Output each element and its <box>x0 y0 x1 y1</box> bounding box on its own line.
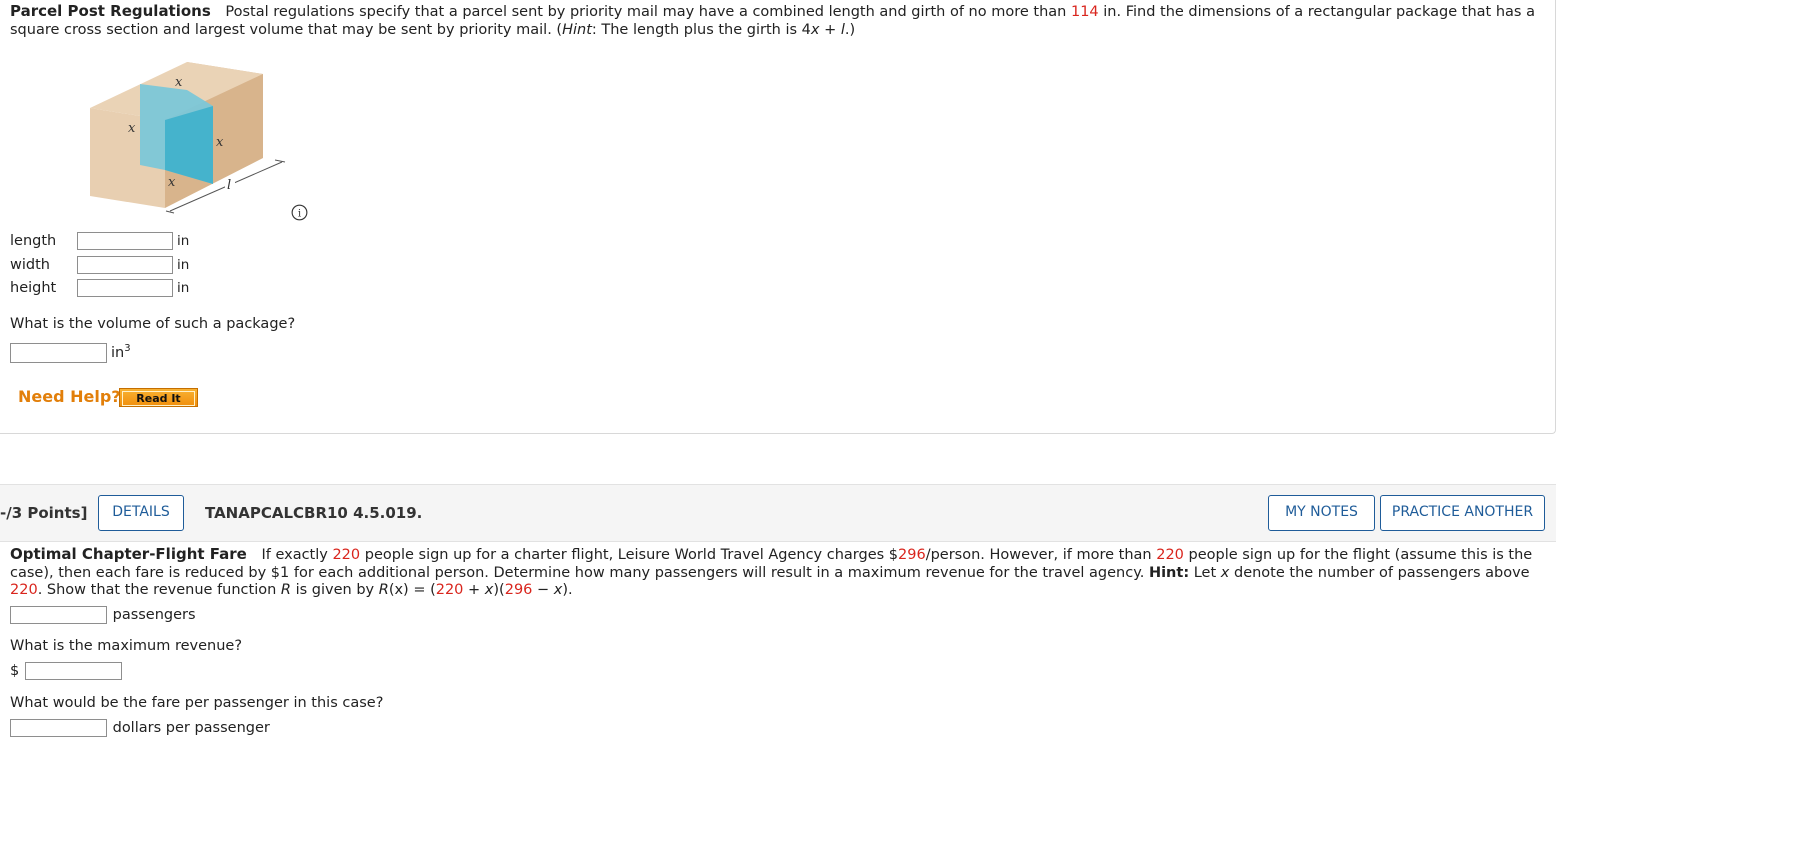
fare-row: dollars per passenger <box>10 719 270 737</box>
read-it-button[interactable]: Read It <box>119 388 198 407</box>
width-input[interactable] <box>77 256 173 274</box>
height-unit: in <box>177 280 190 296</box>
length-unit: in <box>177 233 190 249</box>
fare-question: What would be the fare per passenger in … <box>10 695 384 711</box>
problem-title: Parcel Post Regulations <box>10 2 211 20</box>
practice-another-button[interactable]: PRACTICE ANOTHER <box>1380 495 1545 531</box>
statement-text: denote the number of passengers above <box>1229 564 1530 581</box>
passengers-unit: passengers <box>112 607 196 623</box>
question-parcel-post: Parcel Post Regulations Postal regulatio… <box>0 0 1556 434</box>
dollar-sign: $ <box>10 663 20 679</box>
details-button[interactable]: DETAILS <box>98 495 184 531</box>
fare-unit: dollars per passenger <box>112 720 270 736</box>
statement-text: .) <box>844 21 856 38</box>
volume-unit: in3 <box>111 343 131 361</box>
value-296: 296 <box>898 547 926 563</box>
value-220: 220 <box>10 582 38 598</box>
info-icon[interactable]: i <box>291 204 308 221</box>
volume-question: What is the volume of such a package? <box>10 316 296 332</box>
formula-r: R <box>378 582 389 598</box>
label-x-top: x <box>175 75 183 90</box>
question-header: -/3 Points] DETAILS TANAPCALCBR10 4.5.01… <box>0 484 1556 542</box>
width-unit: in <box>177 257 190 273</box>
volume-input[interactable] <box>10 343 107 363</box>
statement-text: /person. However, if more than <box>925 547 1157 563</box>
read-it-label: Read It <box>122 391 195 406</box>
points-label: -/3 Points] <box>0 504 88 522</box>
statement-text: people sign up for a charter flight, Lei… <box>360 547 899 563</box>
hint-word: Hint <box>562 21 592 38</box>
statement-text: If exactly <box>261 547 333 563</box>
dimension-tick <box>274 159 286 163</box>
label-x-bottom: x <box>168 175 176 190</box>
formula-part: − <box>532 582 554 598</box>
limit-value: 114 <box>1070 4 1099 20</box>
package-figure: x x x x l <box>90 62 286 214</box>
statement-text: Postal regulations specify that a parcel… <box>225 4 1071 20</box>
passengers-input[interactable] <box>10 606 107 624</box>
label-x-left: x <box>128 121 136 136</box>
formula-220: 220 <box>435 582 464 598</box>
revenue-row: $ <box>10 662 122 680</box>
problem-statement: Parcel Post Regulations Postal regulatio… <box>10 2 1540 39</box>
problem-statement-2: Optimal Chapter-Flight Fare If exactly 2… <box>10 545 1540 600</box>
statement-text: is given by <box>291 582 379 598</box>
fare-input[interactable] <box>10 719 107 737</box>
problem-title-2: Optimal Chapter-Flight Fare <box>10 545 247 563</box>
height-input[interactable] <box>77 279 173 297</box>
formula-part: + <box>463 582 485 598</box>
statement-text: Let <box>1189 564 1221 581</box>
formula-296: 296 <box>504 582 533 598</box>
height-label: height <box>10 280 57 296</box>
volume-unit-text: in <box>111 344 125 361</box>
value-220: 220 <box>1156 547 1184 563</box>
passengers-row: passengers <box>10 606 196 624</box>
need-help-label: Need Help? <box>18 387 121 406</box>
dimension-tick <box>165 210 175 214</box>
label-l: l <box>227 178 231 193</box>
statement-text: : The length plus the girth is 4 <box>591 21 811 38</box>
formula-part: (x) = ( <box>388 582 436 598</box>
volume-unit-exponent: 3 <box>124 343 131 354</box>
formula-part: ). <box>562 582 573 598</box>
hint-label: Hint: <box>1148 564 1190 581</box>
revenue-input[interactable] <box>24 662 122 680</box>
value-220: 220 <box>332 547 361 563</box>
length-label: length <box>10 233 57 249</box>
my-notes-button[interactable]: MY NOTES <box>1268 495 1375 531</box>
length-input[interactable] <box>77 232 173 250</box>
label-x-right: x <box>216 135 224 150</box>
statement-text: + <box>819 21 841 38</box>
statement-text: . Show that the revenue function <box>37 582 281 598</box>
variable-r: R <box>280 582 291 598</box>
max-revenue-question: What is the maximum revenue? <box>10 638 243 654</box>
question-id: TANAPCALCBR10 4.5.019. <box>205 504 423 522</box>
width-label: width <box>10 257 50 273</box>
formula-part: )( <box>493 582 505 598</box>
